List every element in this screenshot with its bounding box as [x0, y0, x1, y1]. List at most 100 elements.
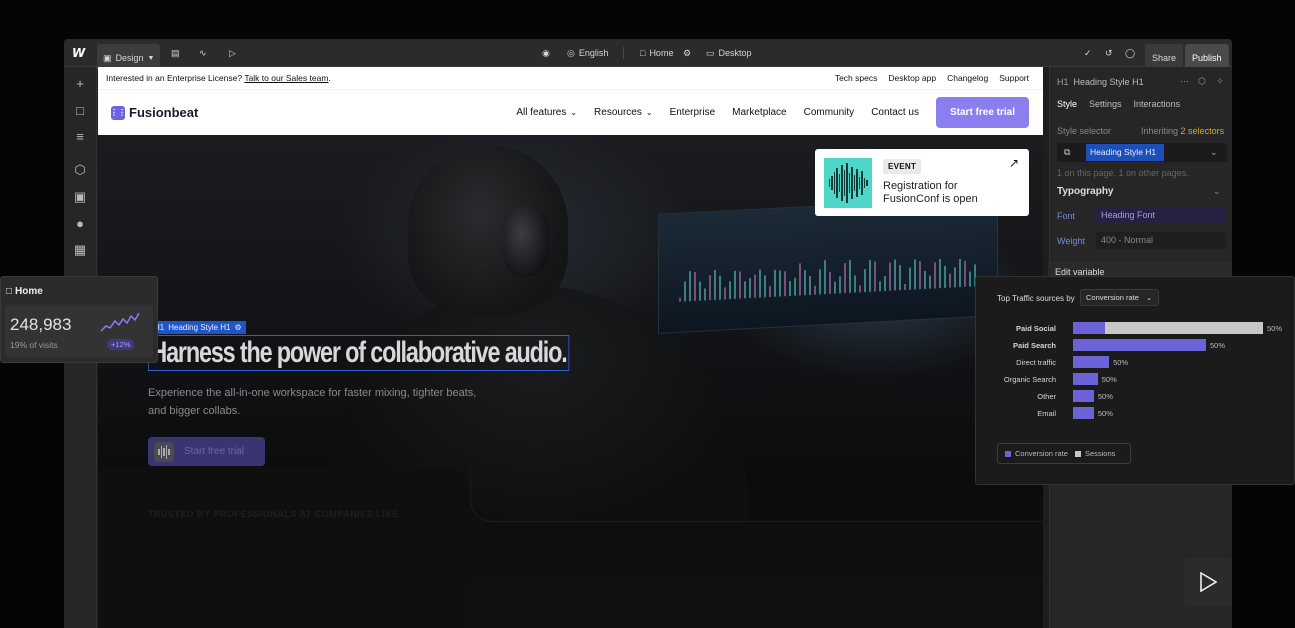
sales-link[interactable]: Talk to our Sales team — [244, 73, 328, 83]
hero-trial-button[interactable]: Start free trial — [148, 437, 265, 466]
locale-selector[interactable]: ◎ English — [567, 39, 608, 67]
selector-label: Style selector — [1057, 126, 1112, 136]
weight-label: Weight — [1057, 236, 1085, 246]
arrow-up-right-icon[interactable]: ↗ — [1009, 156, 1019, 170]
tab-interactions[interactable]: Interactions — [1134, 99, 1181, 109]
page-settings-gear-icon[interactable]: ⚙ — [683, 39, 691, 67]
component-icon[interactable]: ⬡ — [1198, 76, 1206, 87]
bar-label: Other — [1037, 392, 1056, 401]
tab-style[interactable]: Style — [1057, 99, 1077, 109]
bar-value-label: 50% — [1113, 358, 1129, 367]
chevron-down-icon: ⌄ — [1146, 293, 1153, 302]
link-support[interactable]: Support — [999, 73, 1029, 83]
bar-value-label: 50% — [1097, 392, 1113, 401]
breakpoint-selector[interactable]: ▭ Desktop — [706, 39, 752, 67]
bar-label: Paid Search — [1013, 341, 1056, 350]
nav-all-features[interactable]: All features ⌄ — [516, 107, 577, 118]
legend-sessions: Sessions — [1074, 449, 1115, 458]
more-icon[interactable]: ⋯ — [1180, 76, 1189, 87]
bar-conversion[interactable] — [1073, 322, 1106, 334]
history-icon[interactable]: ↺ — [1105, 39, 1113, 67]
nav-community[interactable]: Community — [804, 107, 855, 118]
event-waveform-image — [824, 158, 872, 208]
chevron-down-icon: ⌄ — [645, 108, 653, 117]
nav-enterprise[interactable]: Enterprise — [670, 107, 716, 118]
logos-section — [98, 467, 470, 628]
start-trial-button[interactable]: Start free trial — [936, 97, 1029, 128]
logos-section-edge — [470, 467, 1043, 522]
hero-photo-monitor — [658, 196, 998, 334]
event-badge: EVENT — [883, 159, 922, 174]
usage-text: 1 on this page, 1 on other pages. — [1057, 168, 1189, 178]
hero-subtext: Experience the all-in-one workspace for … — [148, 387, 477, 417]
navigator-icon[interactable]: ≡ — [72, 128, 88, 144]
divider — [623, 47, 624, 59]
tab-settings[interactable]: Settings — [1089, 99, 1122, 109]
metric-dropdown[interactable]: Conversion rate ⌄ — [1080, 289, 1159, 306]
bar-conversion[interactable] — [1073, 339, 1206, 351]
bar-conversion[interactable] — [1073, 390, 1094, 402]
pages-icon[interactable]: □ — [72, 102, 88, 118]
page-stats-card[interactable]: □ Home 248,983 19% of visits +12% — [0, 276, 158, 363]
visits-count: 248,983 — [10, 315, 72, 334]
cms-icon[interactable]: ▤ — [171, 39, 180, 67]
link-changelog[interactable]: Changelog — [947, 73, 988, 83]
selector-chip[interactable]: Heading Style H1 — [1086, 144, 1164, 161]
play-video-button[interactable] — [1184, 558, 1232, 606]
settings-gear-icon: ⚙ — [234, 323, 242, 332]
font-field[interactable]: Heading Font — [1096, 207, 1226, 224]
home-title: □ Home — [6, 286, 43, 297]
bar-conversion[interactable] — [1073, 407, 1094, 419]
event-title: Registration for FusionConf is open — [883, 180, 978, 205]
weight-field[interactable]: 400 - Normal — [1096, 232, 1226, 249]
inheriting-label: Inheriting 2 selectors — [1141, 126, 1225, 136]
add-icon[interactable]: + — [72, 75, 88, 91]
chevron-down-icon[interactable]: ⌄ — [1213, 186, 1221, 197]
nav-contact[interactable]: Contact us — [871, 107, 919, 118]
bar-label: Paid Social — [1015, 324, 1056, 333]
trusted-by-heading: TRUSTED BY PROFESSIONALS AT COMPANIES LI… — [148, 509, 399, 519]
bar-value-label: 50% — [1097, 409, 1113, 418]
utility-links: Tech specs Desktop app Changelog Support — [835, 73, 1029, 83]
typography-heading[interactable]: Typography — [1057, 186, 1113, 197]
assets-icon[interactable]: ▦ — [72, 242, 88, 258]
visits-stat: 248,983 19% of visits +12% — [5, 305, 153, 357]
ai-icon[interactable]: ✧ — [1216, 76, 1224, 87]
bar-conversion[interactable] — [1073, 356, 1110, 368]
components-icon[interactable]: ⬡ — [72, 162, 88, 178]
bar-value-label: 50% — [1210, 341, 1226, 350]
webflow-logo-icon[interactable]: W — [72, 39, 85, 67]
bar-value-label: 50% — [1101, 375, 1117, 384]
headphones-image — [503, 205, 549, 277]
page-selector[interactable]: □ Home — [640, 39, 673, 67]
variables-icon[interactable]: ● — [72, 215, 88, 231]
cms-collections-icon[interactable]: ▣ — [72, 189, 88, 205]
bar-label: Direct traffic — [1016, 358, 1056, 367]
waveform-icon — [154, 441, 174, 462]
chevron-down-icon[interactable]: ⌄ — [1210, 147, 1218, 158]
nav-marketplace[interactable]: Marketplace — [732, 107, 786, 118]
announcement-bar: Interested in an Enterprise License? Tal… — [98, 67, 1043, 89]
font-label: Font — [1057, 211, 1076, 221]
top-toolbar: W ▣ Design ▼ ▤ ∿ ▷ ◉ ◎ English □ Home ⚙ … — [64, 39, 1232, 72]
hero-headline[interactable]: Harness the power of collaborative audio… — [148, 335, 569, 371]
preview-play-icon[interactable]: ▷ — [229, 39, 236, 67]
brand-logo[interactable]: ⋮⋮ Fusionbeat — [110, 105, 198, 120]
design-canvas[interactable]: Interested in an Enterprise License? Tal… — [98, 67, 1043, 628]
play-icon — [1200, 572, 1217, 592]
nav-resources[interactable]: Resources ⌄ — [594, 107, 653, 118]
legend-conversion: Conversion rate — [1005, 449, 1068, 458]
analytics-icon[interactable]: ∿ — [199, 39, 207, 67]
selected-element-label: H1 Heading Style H1 — [1057, 77, 1144, 87]
selected-element-tag[interactable]: H1 Heading Style H1 ⚙ — [150, 321, 246, 334]
link-tech-specs[interactable]: Tech specs — [835, 73, 878, 83]
cursor-icon: ▣ — [103, 52, 112, 63]
event-card[interactable]: EVENT Registration for FusionConf is ope… — [815, 149, 1029, 216]
selector-add-icon[interactable]: ⧉ — [1064, 147, 1070, 158]
checkmark-icon[interactable]: ✓ — [1084, 39, 1092, 67]
comments-icon[interactable]: ◯ — [1125, 39, 1135, 67]
nav-links: All features ⌄ Resources ⌄ Enterprise Mark… — [516, 107, 919, 118]
bar-conversion[interactable] — [1073, 373, 1098, 385]
scan-icon[interactable]: ◉ — [542, 39, 550, 67]
link-desktop-app[interactable]: Desktop app — [888, 73, 936, 83]
